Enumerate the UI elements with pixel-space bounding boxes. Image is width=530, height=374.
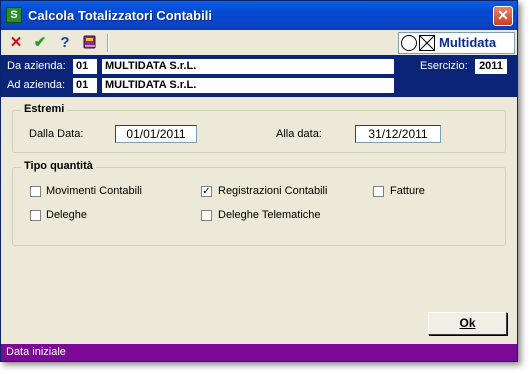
deleghe-checkbox[interactable] [30, 210, 41, 221]
alla-data-input[interactable]: 31/12/2011 [355, 125, 441, 143]
alla-data-label: Alla data: [276, 128, 322, 140]
tipo-quantita-legend: Tipo quantità [21, 160, 96, 172]
movimenti-contabili-checkbox[interactable] [30, 186, 41, 197]
estremi-legend: Estremi [21, 103, 68, 115]
multidata-logo: Multidata [398, 32, 515, 54]
ok-button-label: Ok [459, 316, 476, 330]
estremi-group: Estremi Dalla Data: 01/01/2011 Alla data… [12, 103, 506, 153]
close-icon: ✕ [497, 7, 509, 23]
dalla-data-input[interactable]: 01/01/2011 [115, 125, 197, 143]
deleghe-telematiche-checkbox[interactable] [201, 210, 212, 221]
close-button[interactable]: ✕ [493, 6, 513, 26]
confirm-button[interactable]: ✔ [31, 34, 49, 52]
ad-azienda-code: 01 [73, 78, 97, 93]
x-icon: ✕ [9, 34, 23, 51]
company-info-bar: Da azienda: 01 MULTIDATA S.r.L. Ad azien… [1, 55, 517, 97]
book-button[interactable] [81, 34, 99, 52]
ad-azienda-name: MULTIDATA S.r.L. [102, 78, 394, 93]
fatture-checkbox[interactable] [373, 186, 384, 197]
boxed-x-icon [419, 35, 435, 51]
movimenti-contabili-label: Movimenti Contabili [46, 185, 142, 197]
window-title: Calcola Totalizzatori Contabili [28, 8, 212, 23]
checkmark-icon: ✓ [202, 186, 211, 197]
book-icon [83, 35, 96, 49]
status-bar: Data iniziale [1, 344, 517, 361]
registrazioni-contabili-label: Registrazioni Contabili [218, 185, 328, 197]
esercizio-value: 2011 [475, 59, 507, 74]
logo-text: Multidata [439, 35, 497, 50]
check-icon: ✔ [33, 34, 47, 51]
deleghe-label: Deleghe [46, 209, 87, 221]
app-icon: S [6, 7, 22, 23]
ok-button[interactable]: Ok [428, 312, 507, 335]
question-icon: ? [60, 34, 70, 51]
dialog-window: S Calcola Totalizzatori Contabili ✕ ✕ ✔ … [0, 0, 518, 362]
tipo-quantita-group: Tipo quantità Movimenti Contabili ✓ Regi… [12, 160, 506, 246]
fatture-label: Fatture [390, 185, 425, 197]
ad-azienda-label: Ad azienda: [7, 79, 66, 91]
cancel-button[interactable]: ✕ [7, 34, 25, 52]
da-azienda-name: MULTIDATA S.r.L. [102, 59, 394, 74]
circle-icon [401, 35, 417, 51]
deleghe-telematiche-label: Deleghe Telematiche [218, 209, 321, 221]
dalla-data-label: Dalla Data: [29, 128, 84, 140]
registrazioni-contabili-checkbox[interactable]: ✓ [201, 186, 212, 197]
da-azienda-label: Da azienda: [7, 60, 66, 72]
help-button[interactable]: ? [56, 34, 74, 52]
esercizio-label: Esercizio: [420, 60, 468, 72]
toolbar-separator [107, 34, 109, 52]
da-azienda-code: 01 [73, 59, 97, 74]
title-bar[interactable]: S Calcola Totalizzatori Contabili ✕ [1, 1, 517, 30]
